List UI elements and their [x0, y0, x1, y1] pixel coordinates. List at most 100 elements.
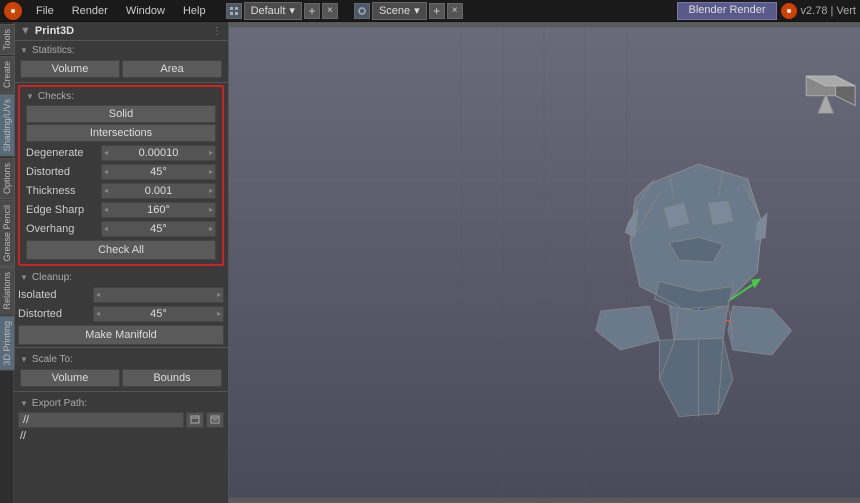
degenerate-dec[interactable]: ◂: [102, 148, 110, 157]
isolated-inc[interactable]: ▸: [215, 290, 223, 299]
menu-window[interactable]: Window: [118, 3, 173, 19]
thickness-value: 0.001: [110, 185, 207, 197]
isolated-field[interactable]: ◂ ▸: [93, 287, 224, 303]
distorted-value: 45°: [110, 166, 207, 178]
thickness-field[interactable]: ◂ 0.001 ▸: [101, 183, 216, 199]
volume-button[interactable]: Volume: [20, 60, 120, 78]
main-layout: Tools Create Shading/UVs Options Grease …: [0, 22, 860, 503]
thickness-dec[interactable]: ◂: [102, 186, 110, 195]
edge-sharp-inc[interactable]: ▸: [207, 205, 215, 214]
sidebar-item-shading[interactable]: Shading/UVs: [0, 94, 15, 157]
isolated-row: Isolated ◂ ▸: [14, 285, 228, 304]
scene-selector[interactable]: Scene ▾: [372, 2, 427, 20]
scale-bounds-button[interactable]: Bounds: [122, 369, 222, 387]
sidebar-item-grease[interactable]: Grease Pencil: [0, 200, 15, 267]
overhang-label: Overhang: [26, 223, 101, 235]
scale-to-section: Scale To: Volume Bounds: [14, 350, 228, 389]
edge-sharp-value: 160°: [110, 204, 207, 216]
menu-help[interactable]: Help: [175, 3, 214, 19]
panel-content: Statistics: Volume Area Checks: Solid In…: [14, 41, 228, 503]
panel-options[interactable]: ⋮: [212, 26, 222, 37]
panel-title: ▼ Print3D: [20, 25, 74, 37]
distorted-cleanup-label: Distorted: [18, 308, 93, 320]
export-path-row: [14, 411, 228, 429]
checks-label: Checks:: [22, 89, 220, 104]
overhang-field[interactable]: ◂ 45° ▸: [101, 221, 216, 237]
viewport[interactable]: User Persp: [229, 22, 860, 503]
panel-title-text: Print3D: [35, 25, 74, 37]
sidebar-item-create[interactable]: Create: [0, 56, 15, 93]
workspace-selector[interactable]: Default ▾: [244, 2, 302, 20]
cleanup-label: Cleanup:: [14, 268, 228, 285]
blender-icon-right: [781, 3, 797, 19]
distorted-cleanup-dec[interactable]: ◂: [94, 309, 102, 318]
checks-section: Checks: Solid Intersections Degenerate ◂…: [18, 85, 224, 266]
distorted-cleanup-field[interactable]: ◂ 45° ▸: [93, 306, 224, 322]
distorted-inc[interactable]: ▸: [207, 167, 215, 176]
distorted-dec[interactable]: ◂: [102, 167, 110, 176]
degenerate-label: Degenerate: [26, 147, 101, 159]
add-scene-button[interactable]: +: [429, 3, 445, 19]
degenerate-value: 0.00010: [110, 147, 207, 159]
add-workspace-button[interactable]: +: [304, 3, 320, 19]
edge-sharp-dec[interactable]: ◂: [102, 205, 110, 214]
sidebar-item-3dprinting[interactable]: 3D Printing: [0, 316, 15, 371]
remove-workspace-button[interactable]: ×: [322, 3, 338, 19]
edge-sharp-field[interactable]: ◂ 160° ▸: [101, 202, 216, 218]
edge-sharp-label: Edge Sharp: [26, 204, 101, 216]
statistics-btn-row: Volume Area: [14, 58, 228, 80]
sidebar-item-options[interactable]: Options: [0, 158, 15, 199]
thickness-row: Thickness ◂ 0.001 ▸: [22, 181, 220, 200]
statistics-section-label: Statistics:: [14, 41, 228, 58]
menu-bar: File Render Window Help Default ▾ + × Sc…: [0, 0, 860, 22]
solid-button[interactable]: Solid: [26, 105, 216, 123]
renderer-selector[interactable]: Blender Render: [677, 2, 776, 20]
viewport-canvas: [229, 22, 860, 503]
edge-sharp-row: Edge Sharp ◂ 160° ▸: [22, 200, 220, 219]
isolated-label: Isolated: [18, 289, 93, 301]
menu-render[interactable]: Render: [64, 3, 116, 19]
area-button[interactable]: Area: [122, 60, 222, 78]
left-panel: ▼ Print3D ⋮ Statistics: Volume Area Chec…: [14, 22, 229, 503]
left-vtabs: Tools Create Shading/UVs Options Grease …: [0, 22, 14, 503]
remove-scene-button[interactable]: ×: [447, 3, 463, 19]
distorted-cleanup-row: Distorted ◂ 45° ▸: [14, 304, 228, 323]
distorted-cleanup-inc[interactable]: ▸: [215, 309, 223, 318]
scale-volume-button[interactable]: Volume: [20, 369, 120, 387]
browse-path-button[interactable]: [186, 412, 204, 428]
checks-label-text: Checks:: [38, 91, 74, 102]
version-label: v2.78 | Vert: [801, 5, 856, 17]
overhang-row: Overhang ◂ 45° ▸: [22, 219, 220, 238]
scale-to-label: Scale To:: [14, 350, 228, 367]
workspace-icon: [226, 3, 242, 19]
menu-file[interactable]: File: [28, 3, 62, 19]
cleanup-section: Cleanup: Isolated ◂ ▸ Distorted ◂: [14, 268, 228, 345]
check-all-button[interactable]: Check All: [26, 240, 216, 260]
sidebar-item-relations[interactable]: Relations: [0, 267, 15, 315]
make-manifold-button[interactable]: Make Manifold: [18, 325, 224, 345]
overhang-value: 45°: [110, 223, 207, 235]
blender-logo: [4, 2, 22, 20]
thickness-label: Thickness: [26, 185, 101, 197]
intersections-button[interactable]: Intersections: [26, 124, 216, 142]
distorted-row: Distorted ◂ 45° ▸: [22, 162, 220, 181]
panel-header: ▼ Print3D ⋮: [14, 22, 228, 41]
distorted-field[interactable]: ◂ 45° ▸: [101, 164, 216, 180]
overhang-inc[interactable]: ▸: [207, 224, 215, 233]
export-path-input[interactable]: [18, 412, 184, 428]
export-path-label: Export Path:: [14, 394, 228, 411]
scale-to-btn-row: Volume Bounds: [14, 367, 228, 389]
scene-icon: [354, 3, 370, 19]
reload-path-button[interactable]: [206, 412, 224, 428]
degenerate-row: Degenerate ◂ 0.00010 ▸: [22, 143, 220, 162]
distorted-label: Distorted: [26, 166, 101, 178]
degenerate-inc[interactable]: ▸: [207, 148, 215, 157]
degenerate-field[interactable]: ◂ 0.00010 ▸: [101, 145, 216, 161]
thickness-inc[interactable]: ▸: [207, 186, 215, 195]
sidebar-item-tools[interactable]: Tools: [0, 24, 15, 55]
statistics-label-text: Statistics:: [32, 45, 75, 56]
overhang-dec[interactable]: ◂: [102, 224, 110, 233]
scale-to-label-text: Scale To:: [32, 354, 73, 365]
export-path-label-text: Export Path:: [32, 398, 87, 409]
isolated-dec[interactable]: ◂: [94, 290, 102, 299]
